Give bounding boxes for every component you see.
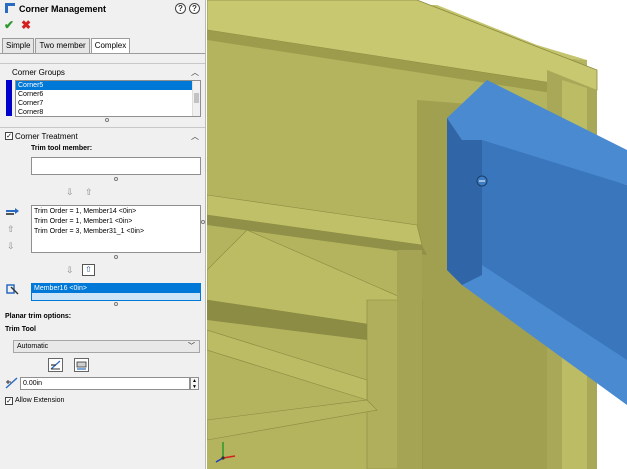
list-item[interactable]: Corner6 <box>16 90 200 99</box>
chevron-down-icon[interactable]: ﹀ <box>188 341 195 353</box>
section-divider <box>0 63 205 64</box>
corner-management-panel: Corner Management ? ? ✔ ✖ Simple Two mem… <box>0 0 206 469</box>
model-view[interactable] <box>207 0 627 469</box>
graphics-viewport[interactable] <box>207 0 627 469</box>
list-item[interactable]: Corner5 <box>16 81 200 90</box>
help-alt-icon[interactable]: ? <box>189 3 200 14</box>
list-item[interactable]: Trim Order = 1, Member14 <0in> <box>32 206 200 217</box>
arrow-down-icon[interactable]: ⇩ <box>7 241 15 252</box>
list-item[interactable]: Member16 <0in> <box>32 284 200 293</box>
tab-complex[interactable]: Complex <box>90 38 131 54</box>
list-item[interactable]: Trim Order = 1, Member1 <0in> <box>32 217 200 227</box>
arrow-down-icon[interactable]: ⇩ <box>66 265 74 276</box>
help-icon[interactable]: ? <box>175 3 186 14</box>
resize-grip[interactable] <box>105 118 109 122</box>
corner-treatment-header[interactable]: Corner Treatment ︿ <box>0 130 205 143</box>
arrow-up-icon[interactable]: ⇧ <box>85 187 93 198</box>
scrollbar[interactable] <box>192 81 200 116</box>
allow-extension-label: Allow Extension <box>15 397 65 404</box>
gap-stepper[interactable]: ▲ ▼ <box>190 377 199 390</box>
list-item[interactable]: Corner8 <box>16 108 200 116</box>
gap-icon <box>5 377 18 389</box>
trim-tool-select[interactable]: Automatic ﹀ <box>13 340 200 353</box>
color-strip <box>6 80 12 116</box>
trim-tool-value: Automatic <box>17 343 49 350</box>
check-icon[interactable]: ✔ <box>4 18 14 32</box>
body-trim-button[interactable] <box>74 358 89 372</box>
resize-grip[interactable] <box>114 255 118 259</box>
corner-groups-label: Corner Groups <box>12 68 65 77</box>
trim-tool-member-box[interactable] <box>31 157 201 175</box>
list-item[interactable]: Trim Order = 3, Member31_1 <0in> <box>32 227 200 237</box>
gap-input[interactable]: 0.00in <box>20 377 190 390</box>
trim-tool-member-label: Trim tool member: <box>31 145 93 152</box>
panel-title: Corner Management <box>19 4 107 14</box>
chevron-up-icon[interactable]: ︿ <box>191 130 199 143</box>
tab-two-member[interactable]: Two member <box>35 38 90 53</box>
tab-bar: Simple Two member Complex <box>2 38 131 54</box>
section-divider <box>0 127 205 128</box>
allow-extension-checkbox[interactable]: ✓ <box>5 397 13 405</box>
list-item[interactable]: Corner7 <box>16 99 200 108</box>
corner-treatment-label: Corner Treatment <box>15 132 78 141</box>
resize-grip[interactable] <box>201 220 205 224</box>
body-trim-icon <box>76 361 87 370</box>
tab-divider <box>0 53 205 54</box>
resize-grip[interactable] <box>114 302 118 306</box>
planar-trim-label: Planar trim options: <box>5 313 72 320</box>
tab-simple[interactable]: Simple <box>2 38 35 53</box>
trim-order-list[interactable]: Trim Order = 1, Member14 <0in> Trim Orde… <box>31 205 201 253</box>
resize-grip[interactable] <box>114 177 118 181</box>
trim-order-icon <box>6 208 19 215</box>
face-trim-button[interactable] <box>48 358 63 372</box>
arrow-up-icon[interactable]: ⇧ <box>7 224 15 235</box>
move-up-button[interactable]: ⇧ <box>82 264 95 276</box>
member-list[interactable]: Member16 <0in> <box>31 283 201 301</box>
arrow-down-icon[interactable]: ⇩ <box>66 187 74 198</box>
member-icon <box>6 284 19 295</box>
gap-value: 0.00in <box>23 380 43 387</box>
axis-triad-icon <box>215 442 236 463</box>
close-icon[interactable]: ✖ <box>21 18 31 32</box>
face-trim-icon <box>50 360 61 370</box>
trim-tool-label: Trim Tool <box>5 326 36 333</box>
corner-groups-header[interactable]: Corner Groups ︿ <box>0 66 205 79</box>
chevron-up-icon[interactable]: ︿ <box>191 66 199 79</box>
corner-groups-list[interactable]: Corner5 Corner6 Corner7 Corner8 <box>15 80 201 117</box>
corner-management-icon <box>5 3 15 13</box>
